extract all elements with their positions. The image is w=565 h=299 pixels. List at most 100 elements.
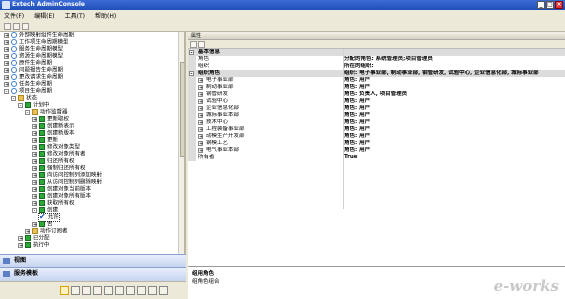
tree-node[interactable]: + 从访问控制列删除映射: [32, 179, 102, 186]
open-icon[interactable]: [13, 23, 20, 30]
property-row[interactable]: + 钢模工艺 角色: 用户: [188, 140, 565, 147]
expand-icon[interactable]: +: [32, 116, 37, 122]
property-row[interactable]: + 城际事业本部 角色: 用户: [188, 112, 565, 119]
collapse-icon[interactable]: -: [11, 95, 16, 101]
menu-help[interactable]: 帮助(H): [95, 11, 116, 20]
property-row[interactable]: + 电气事业本部 角色: 用户: [188, 147, 565, 154]
tree-node[interactable]: + 强制归还所有权: [32, 165, 86, 172]
view-panel-header[interactable]: 视图: [0, 254, 186, 267]
alphabetical-view-icon[interactable]: [198, 41, 205, 48]
expand-icon[interactable]: +: [18, 242, 23, 248]
property-row[interactable]: + 动模生产开发部 角色: 用户: [188, 133, 565, 140]
tree-node[interactable]: + 工作项生命周期模型: [4, 39, 69, 46]
collapse-icon[interactable]: -: [189, 50, 194, 56]
save-icon[interactable]: [22, 23, 29, 30]
expand-icon[interactable]: +: [4, 60, 9, 66]
role-icon[interactable]: [93, 286, 102, 295]
expand-icon[interactable]: +: [32, 151, 37, 157]
property-row[interactable]: + 钢管研发 角色: 负责人, 项目管理员: [188, 91, 565, 98]
expand-icon[interactable]: +: [4, 67, 9, 73]
expand-icon[interactable]: +: [25, 228, 30, 234]
expand-icon[interactable]: +: [198, 78, 203, 84]
collapse-icon[interactable]: -: [4, 88, 9, 94]
scrollbar-thumb[interactable]: [180, 62, 184, 157]
tree-node[interactable]: + 创建对象所有版本: [32, 193, 91, 200]
expand-icon[interactable]: +: [198, 120, 203, 126]
tree-node[interactable]: + 归还所有权: [32, 158, 75, 165]
tree-node[interactable]: + 更新: [32, 137, 58, 144]
expand-icon[interactable]: +: [4, 74, 9, 80]
property-row[interactable]: + 企业信息化部 角色: 用户: [188, 105, 565, 112]
expand-icon[interactable]: +: [198, 99, 203, 105]
expand-icon[interactable]: +: [198, 148, 203, 154]
expand-icon[interactable]: +: [198, 127, 203, 133]
tree-node[interactable]: + 任务生命周期: [4, 81, 52, 88]
property-row[interactable]: 组织 所在的组织:: [188, 63, 565, 70]
minimize-button[interactable]: _: [537, 1, 545, 9]
tree-node[interactable]: - 计划中: [18, 102, 50, 109]
tree-node[interactable]: + 修改对象所有者: [32, 151, 86, 158]
server-icon[interactable]: [137, 286, 146, 295]
expand-icon[interactable]: +: [198, 106, 203, 112]
expand-icon[interactable]: +: [32, 123, 37, 129]
expand-icon[interactable]: +: [32, 200, 37, 206]
collapse-icon[interactable]: -: [32, 207, 37, 213]
tree-node[interactable]: + 向访问控制列添加映射: [32, 172, 102, 179]
expand-icon[interactable]: +: [4, 46, 9, 52]
expand-icon[interactable]: +: [198, 85, 203, 91]
tree-node[interactable]: + 已分配: [18, 235, 50, 242]
tree-node[interactable]: + 更改请求生命周期: [4, 74, 63, 81]
collapse-icon[interactable]: -: [189, 71, 194, 77]
expand-icon[interactable]: +: [4, 39, 9, 45]
property-row[interactable]: + 工程装备事业部 角色: 用户: [188, 126, 565, 133]
expand-icon[interactable]: +: [32, 186, 37, 192]
tree-node[interactable]: + 获取所有权: [32, 200, 75, 207]
property-row[interactable]: + 试验中心 角色: 用户: [188, 98, 565, 105]
tree-node[interactable]: + 更新取权: [32, 116, 69, 123]
vault-icon[interactable]: [126, 286, 135, 295]
property-row[interactable]: + 电子事业部 角色: 用户: [188, 77, 565, 84]
folder-icon[interactable]: [82, 286, 91, 295]
lifecycle-icon[interactable]: [104, 286, 113, 295]
collapse-icon[interactable]: -: [25, 109, 30, 115]
expand-icon[interactable]: +: [32, 130, 37, 136]
tree-node[interactable]: + 动作订阅者: [25, 228, 68, 235]
tree-node[interactable]: + 资源生命周期模型: [4, 53, 63, 60]
expand-icon[interactable]: +: [32, 221, 37, 227]
tree-node[interactable]: + 创建新版本: [32, 130, 75, 137]
menu-edit[interactable]: 编辑(E): [34, 11, 54, 20]
collapse-icon[interactable]: -: [18, 102, 23, 108]
expand-icon[interactable]: +: [32, 179, 37, 185]
expand-icon[interactable]: +: [32, 193, 37, 199]
services-panel-header[interactable]: 服务模板: [0, 267, 186, 281]
report-icon[interactable]: [148, 286, 157, 295]
tree-node[interactable]: + 问题报告生命周期: [4, 67, 63, 74]
expand-icon[interactable]: +: [198, 134, 203, 140]
property-row[interactable]: + 制动事业部 角色: 用户: [188, 84, 565, 91]
categorized-view-icon[interactable]: [190, 41, 197, 48]
property-row[interactable]: 所有者 True: [188, 154, 565, 161]
expand-icon[interactable]: +: [198, 113, 203, 119]
grid-divider[interactable]: [343, 49, 344, 209]
tree-node[interactable]: ✔ 允许: [38, 213, 60, 222]
tree-node[interactable]: + 执行中: [18, 242, 50, 249]
policy-icon[interactable]: [115, 286, 124, 295]
settings-icon[interactable]: [159, 286, 168, 295]
tree-node[interactable]: + 修改对象类型: [32, 144, 80, 151]
tree-scrollbar[interactable]: [178, 32, 184, 254]
tree-node[interactable]: - 状态: [11, 95, 37, 102]
new-icon[interactable]: [4, 23, 11, 30]
expand-icon[interactable]: +: [32, 158, 37, 164]
expand-icon[interactable]: +: [32, 144, 37, 150]
expand-icon[interactable]: +: [32, 172, 37, 178]
expand-icon[interactable]: +: [32, 137, 37, 143]
property-category[interactable]: - 组织角色 组织: 电子事业部, 制动事业部, 钢管研发, 试验中心, 企业信息化…: [188, 70, 565, 77]
menu-file[interactable]: 文件(F): [4, 11, 24, 20]
tree-node[interactable]: + 外部映射组件生命周期: [4, 32, 74, 39]
tree-node[interactable]: + 服务生命周期模型: [4, 46, 63, 53]
expand-icon[interactable]: +: [18, 235, 23, 241]
expand-icon[interactable]: +: [4, 81, 9, 87]
close-button[interactable]: ×: [555, 1, 563, 9]
tree-node[interactable]: + 创建新表示: [32, 123, 75, 130]
property-category[interactable]: - 基本信息: [188, 49, 565, 56]
